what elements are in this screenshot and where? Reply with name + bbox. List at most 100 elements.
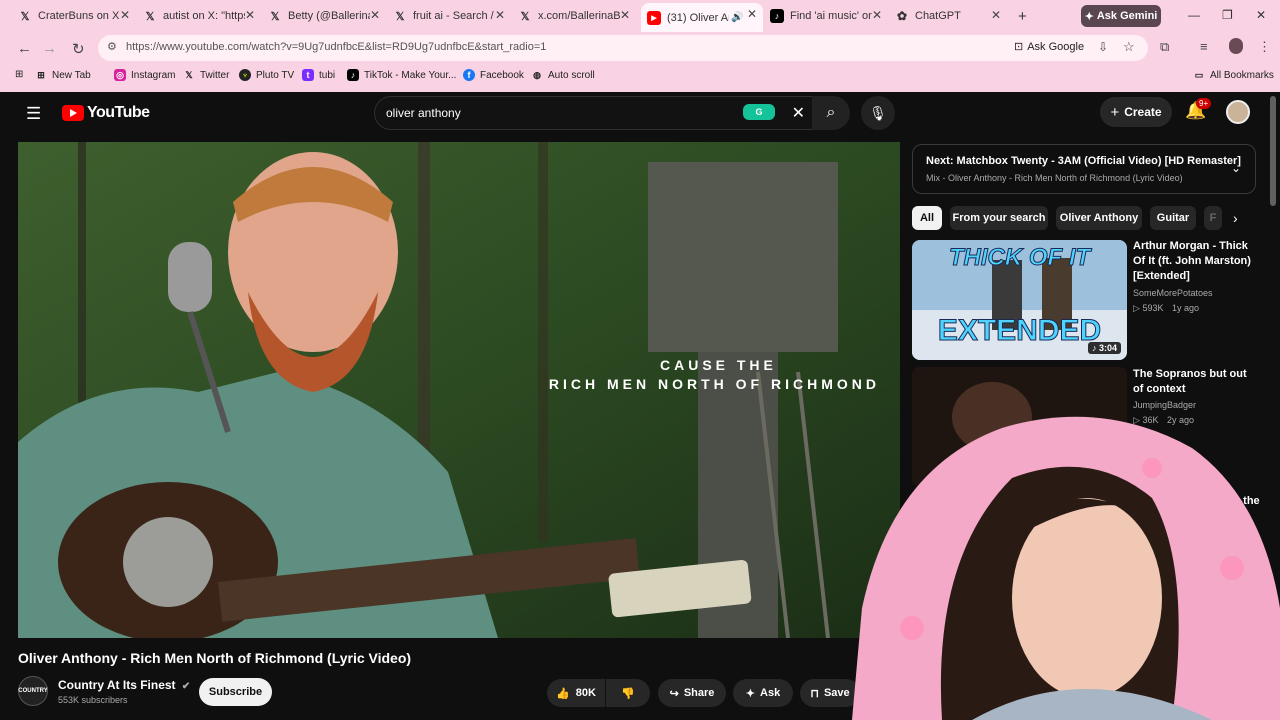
chip-oliver-anthony[interactable]: Oliver Anthony [1056, 206, 1142, 230]
chip-guitar[interactable]: Guitar [1150, 206, 1196, 230]
bookmarks-bar: ⊞ ⊞ New Tab ◎ Instagram 𝕏 Twitter ♆ Pluto TV… [0, 64, 1280, 88]
minimize-icon[interactable]: — [1188, 8, 1200, 22]
youtube-icon: ▶ [647, 10, 661, 25]
media-control-icon[interactable]: ≡ [1200, 39, 1208, 54]
close-icon[interactable]: ✕ [370, 8, 380, 22]
duration-text: 3:04 [1098, 343, 1117, 353]
create-label: Create [1124, 105, 1162, 119]
bookmark-item[interactable]: ◍ Auto scroll [531, 69, 595, 81]
back-arrow-icon[interactable]: ← [17, 40, 32, 57]
tab-title: Find 'ai music' on [790, 10, 872, 22]
search-icon: ⌕ [826, 104, 836, 121]
address-bar[interactable]: ⚙ https://www.youtube.com/watch?v=9Ug7ud… [98, 35, 1148, 61]
page-scrollbar[interactable] [1270, 96, 1276, 206]
channel-name-text: Country At Its Finest [58, 678, 176, 692]
bookmark-item[interactable]: ♪ TikTok - Make Your... [347, 69, 456, 81]
x-logo-icon: 𝕏 [395, 10, 405, 23]
bookmark-item[interactable]: ⊞ New Tab [35, 69, 91, 81]
hamburger-menu-icon[interactable]: ☰ [26, 104, 41, 124]
voice-search-button[interactable]: 🎙 [861, 96, 895, 130]
ask-gemini-button[interactable]: ✦ Ask Gemini [1081, 5, 1161, 27]
browser-tab[interactable]: 𝕏 x.com/BallerinaBit ✕ [518, 4, 636, 28]
save-button[interactable]: ⊓ Save [800, 679, 860, 707]
browser-tab[interactable]: 𝕏 Betty (@Ballerinal ✕ [268, 4, 386, 28]
close-icon[interactable]: ✕ [495, 8, 505, 22]
speaker-icon[interactable]: 🔊 [731, 12, 743, 23]
bookmark-item[interactable]: f Facebook [463, 69, 524, 81]
browser-tab[interactable]: 𝕏 autist on X: "https: ✕ [143, 4, 261, 28]
youtube-logo[interactable]: YouTube [62, 104, 150, 122]
close-icon[interactable]: ✕ [120, 8, 130, 22]
bookmark-item[interactable]: ♆ Pluto TV [239, 69, 294, 81]
save-label: Save [823, 687, 850, 699]
channel-avatar[interactable]: COUNTRY [18, 676, 48, 706]
new-tab-button[interactable]: + [1018, 4, 1027, 28]
tab-title: (31) Oliver Ant [667, 11, 729, 24]
facebook-icon: f [463, 69, 475, 81]
chevron-right-icon[interactable]: › [1233, 210, 1238, 226]
sparkle-icon: ✦ [745, 687, 756, 700]
close-icon[interactable]: ✕ [620, 8, 630, 22]
related-channel[interactable]: SomeMorePotatoes [1133, 288, 1213, 298]
close-window-icon[interactable]: ✕ [1256, 8, 1266, 22]
lyric-line: RICH MEN NORTH OF RICHMOND [548, 376, 880, 392]
ask-button[interactable]: ✦ Ask [733, 679, 793, 707]
apps-grid-icon[interactable]: ⊞ [15, 69, 23, 80]
browser-tab[interactable]: 𝕏 fruit ai - Search / ✕ [393, 4, 511, 28]
like-button[interactable]: 👍 80K [547, 679, 605, 707]
close-icon[interactable]: ✕ [872, 8, 882, 22]
like-count: 80K [575, 687, 596, 699]
site-info-icon[interactable]: ⚙ [107, 40, 117, 53]
extensions-icon[interactable]: ⧉ [1160, 39, 1169, 55]
playlist-next-panel[interactable]: Next: Matchbox Twenty - 3AM (Official Vi… [912, 144, 1256, 194]
search-button[interactable]: ⌕ [812, 96, 850, 130]
forward-arrow-icon[interactable]: → [42, 40, 57, 57]
pluto-icon: ♆ [239, 69, 251, 81]
view-count: 593K [1142, 303, 1164, 313]
close-icon[interactable]: ✕ [991, 8, 1001, 22]
ask-google-button[interactable]: ⊡ Ask Google [1014, 40, 1084, 54]
reload-icon[interactable]: ↻ [72, 40, 85, 58]
logo-text: YouTube [87, 104, 150, 121]
chip-more[interactable]: F [1204, 206, 1222, 230]
grammarly-icon[interactable]: G [743, 104, 775, 120]
chip-from-your-search[interactable]: From your search [950, 206, 1048, 230]
browser-tab[interactable]: 𝕏 CraterBuns on X: " ✕ [18, 4, 136, 28]
create-button[interactable]: + Create [1100, 97, 1172, 127]
subscribe-button[interactable]: Subscribe [199, 678, 272, 706]
bookmark-label: TikTok - Make Your... [364, 69, 457, 81]
browser-tab[interactable]: ✿ ChatGPT ✕ [895, 4, 1007, 28]
instagram-icon: ◎ [114, 69, 126, 81]
folder-icon: ▭ [1194, 69, 1204, 80]
bookmark-label: Pluto TV [256, 69, 295, 81]
notification-badge: 9+ [1196, 98, 1212, 109]
chevron-down-icon[interactable]: ⌄ [1231, 161, 1241, 175]
install-icon[interactable]: ⇩ [1098, 40, 1108, 54]
related-title[interactable]: The Sopranos but out of context [1133, 367, 1253, 397]
profile-icon[interactable] [1229, 38, 1243, 54]
notifications-button[interactable]: 🔔 9+ [1185, 98, 1212, 121]
bookmark-item[interactable]: ◎ Instagram [114, 69, 175, 81]
bookmark-star-icon[interactable]: ☆ [1123, 39, 1135, 55]
avatar[interactable] [1226, 100, 1250, 124]
tab-title: Betty (@Ballerinal [288, 10, 370, 22]
close-icon[interactable]: ✕ [245, 8, 255, 22]
bookmark-item[interactable]: t tubi [302, 69, 335, 81]
search-input[interactable]: oliver anthony G ✕ [374, 96, 818, 130]
share-button[interactable]: ↪ Share [658, 679, 726, 707]
bookmark-item[interactable]: 𝕏 Twitter [183, 69, 229, 81]
browser-tab[interactable]: ♪ Find 'ai music' on ✕ [770, 4, 888, 28]
video-player[interactable]: CAUSE THE RICH MEN NORTH OF RICHMOND [18, 142, 900, 638]
menu-kebab-icon[interactable]: ⋮ [1258, 39, 1271, 55]
microphone-icon: 🎙 [869, 104, 887, 121]
dislike-button[interactable]: 👎 [606, 679, 650, 707]
chip-all[interactable]: All [912, 206, 942, 230]
close-icon[interactable]: ✕ [747, 7, 757, 21]
clear-search-icon[interactable]: ✕ [792, 103, 805, 123]
browser-tab-active[interactable]: ▶ (31) Oliver Ant 🔊 ✕ [641, 3, 763, 32]
related-title[interactable]: Arthur Morgan - Thick Of It (ft. John Ma… [1133, 239, 1253, 284]
channel-name[interactable]: Country At Its Finest ✔ [58, 678, 190, 692]
related-thumbnail[interactable]: THICK OF IT EXTENDED ♪ 3:04 [912, 240, 1127, 360]
all-bookmarks-button[interactable]: ▭ All Bookmarks [1193, 69, 1274, 81]
restore-icon[interactable]: ❐ [1222, 8, 1233, 22]
